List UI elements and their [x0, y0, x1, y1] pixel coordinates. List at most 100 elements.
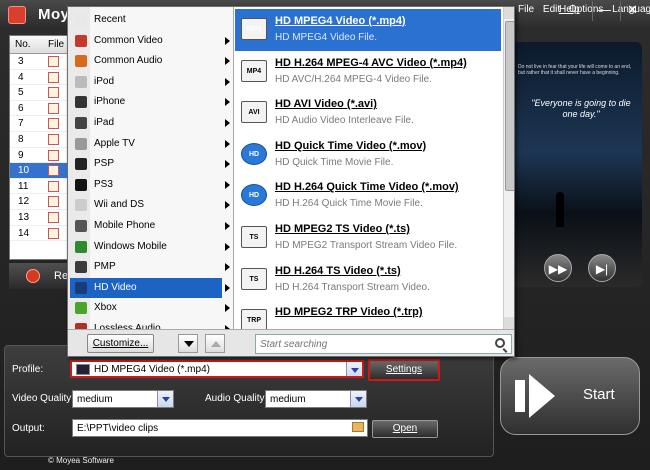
format-item[interactable]: TS HD H.264 TS Video (*.ts) HD H.264 Trans… [235, 259, 501, 301]
category-item-ipad[interactable]: iPad [70, 113, 230, 133]
category-item-wii-and-ds[interactable]: Wii and DS [70, 195, 230, 215]
remove-icon [26, 269, 40, 283]
category-item-xbox[interactable]: Xbox [70, 298, 230, 318]
search-icon[interactable] [495, 338, 505, 348]
open-button[interactable]: Open [372, 420, 438, 438]
chevron-right-icon [225, 139, 233, 148]
video-preview: Do not live in fear that your life will … [512, 42, 642, 287]
start-button[interactable]: Start [500, 357, 640, 435]
category-item-mobile-phone[interactable]: Mobile Phone [70, 216, 230, 236]
video-file-icon [48, 227, 59, 239]
format-name: HD Quick Time Video (*.mov) [275, 139, 427, 152]
video-quality-select[interactable]: medium [72, 390, 174, 408]
file-row-number: 6 [18, 102, 24, 114]
ts-file-icon: TS [241, 226, 267, 248]
format-name: HD H.264 TS Video (*.ts) [275, 264, 401, 277]
video-file-icon [48, 56, 59, 67]
settings-button[interactable]: Settings [368, 359, 440, 381]
chevron-down-icon[interactable] [350, 391, 366, 407]
folder-icon[interactable] [352, 422, 364, 432]
category-label: Recent [94, 14, 126, 25]
category-item-windows-mobile[interactable]: Windows Mobile [70, 237, 230, 257]
format-item[interactable]: TS HD MPEG2 TS Video (*.ts) HD MPEG2 Trans… [235, 217, 501, 259]
category-item-hd-video[interactable]: HD Video [70, 277, 230, 298]
profile-select[interactable]: HD MPEG4 Video (*.mp4) [70, 360, 364, 378]
category-item-pmp[interactable]: PMP [70, 257, 230, 277]
customize-button[interactable]: Customize... [87, 334, 154, 353]
chevron-right-icon [225, 263, 233, 272]
file-row[interactable]: 10 [10, 163, 70, 179]
chevron-down-icon[interactable] [157, 391, 173, 407]
category-list: Recent Common Video Common Audio iPod iPhone… [68, 7, 234, 329]
search-box[interactable] [255, 334, 512, 354]
file-row[interactable]: 13 [10, 210, 70, 226]
category-item-apple-tv[interactable]: Apple TV [70, 134, 230, 154]
remove-button[interactable]: Rem [9, 263, 77, 289]
category-label: iPad [94, 117, 115, 128]
menu-help[interactable]: Help [559, 4, 580, 15]
move-down-button[interactable] [178, 334, 198, 353]
format-item[interactable]: HD HD H.264 Quick Time Video (*.mov) HD H.… [235, 175, 501, 217]
chevron-down-icon[interactable] [346, 362, 362, 376]
file-row-number: 10 [18, 165, 30, 177]
file-row[interactable]: 12 [10, 194, 70, 210]
file-row[interactable]: 9 [10, 148, 70, 164]
file-row[interactable]: 11 [10, 179, 70, 195]
file-list: No. File N 3 4 5 6 7 8 9 10 11 12 13 14 [9, 35, 71, 260]
category-item-psp[interactable]: PSP [70, 154, 230, 174]
ipod-icon [75, 75, 87, 88]
format-item[interactable]: HD HD Quick Time Video (*.mov) HD Quick Ti… [235, 134, 501, 176]
search-input[interactable] [260, 337, 485, 351]
chevron-right-icon [225, 160, 233, 169]
category-label: Common Video [94, 34, 163, 46]
next-frame-button[interactable]: ▶| [588, 254, 616, 282]
scroll-up-button[interactable] [504, 7, 514, 19]
category-label: iPod [94, 75, 115, 87]
menu-file[interactable]: File [518, 4, 534, 15]
category-item-common-audio[interactable]: Common Audio [70, 51, 230, 71]
file-row[interactable]: 7 [10, 116, 70, 132]
move-up-button[interactable] [205, 334, 225, 353]
hd-video-icon [75, 281, 87, 294]
category-item-lossless-audio[interactable]: Lossless Audio [70, 319, 230, 329]
file-row[interactable]: 5 [10, 85, 70, 101]
file-row-number: 3 [18, 56, 24, 67]
audio-quality-select[interactable]: medium [265, 390, 367, 408]
pmp-icon [75, 261, 87, 274]
chevron-right-icon [225, 77, 233, 86]
format-name: HD H.264 MPEG-4 AVC Video (*.mp4) [275, 56, 467, 69]
column-header-no[interactable]: No. [15, 39, 31, 50]
file-row[interactable]: 3 [10, 54, 70, 70]
category-label: PMP [94, 261, 116, 273]
category-item-iphone[interactable]: iPhone [70, 92, 230, 112]
scroll-thumb[interactable] [505, 21, 514, 191]
chevron-right-icon [225, 242, 233, 251]
file-row[interactable]: 8 [10, 132, 70, 148]
file-row[interactable]: 4 [10, 70, 70, 86]
minimize-button[interactable]: — [592, 1, 616, 21]
format-item[interactable]: MP4 HD MPEG4 Video (*.mp4) HD MPEG4 Video … [235, 9, 501, 51]
fast-forward-button[interactable]: ▶▶ [544, 254, 572, 282]
menu-edit[interactable]: Edit [543, 4, 560, 15]
file-row[interactable]: 14 [10, 226, 70, 242]
category-label: HD Video [94, 281, 137, 293]
file-row[interactable]: 6 [10, 101, 70, 117]
category-item-common-video[interactable]: Common Video [70, 31, 230, 51]
format-item[interactable]: AVI HD AVI Video (*.avi) HD Audio Video In… [235, 92, 501, 134]
mp4-file-icon: MP4 [241, 18, 267, 40]
category-item-ps3[interactable]: PS3 [70, 175, 230, 195]
category-item-ipod[interactable]: iPod [70, 72, 230, 92]
format-item[interactable]: TRP HD MPEG2 TRP Video (*.trp) [235, 300, 501, 329]
start-arrow-icon [515, 374, 555, 418]
audio-quality-label: Audio Quality: [205, 393, 268, 404]
file-row-number: 9 [18, 149, 24, 161]
output-path-field[interactable]: E:\PPT\video clips [72, 419, 368, 437]
file-row-number: 14 [18, 227, 30, 239]
close-button[interactable]: ✕ [620, 1, 644, 21]
preview-quote: Do not live in fear that your life will … [518, 64, 632, 76]
format-item[interactable]: MP4 HD H.264 MPEG-4 AVC Video (*.mp4) HD A… [235, 51, 501, 93]
category-item-recent[interactable]: Recent [70, 10, 222, 30]
format-list-scrollbar[interactable] [503, 7, 514, 329]
recent-icon [75, 14, 87, 26]
scroll-down-button[interactable] [504, 317, 514, 329]
